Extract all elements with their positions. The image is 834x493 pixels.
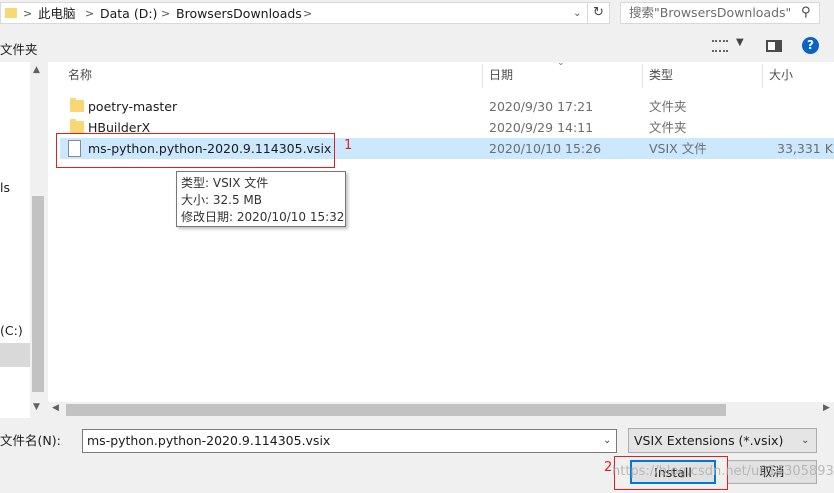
tooltip-size: 大小: 32.5 MB <box>181 193 262 207</box>
filename-value: ms-python.python-2020.9.114305.vsix <box>87 433 331 448</box>
folder-icon <box>70 119 84 133</box>
refresh-button[interactable]: ↻ <box>588 2 610 24</box>
file-type: 文件夹 <box>649 99 687 114</box>
column-header-name[interactable]: 名称 <box>68 62 92 88</box>
chevron-down-icon[interactable]: ▼ <box>736 37 744 48</box>
filename-label: 文件名(N): <box>0 433 61 448</box>
scrollbar-thumb[interactable] <box>66 404 726 416</box>
tooltip-type: 类型: VSIX 文件 <box>181 176 269 190</box>
column-header-size[interactable]: 大小 <box>769 62 793 88</box>
column-divider[interactable] <box>482 64 483 88</box>
address-bar: > 此电脑 > Data (D:) > BrowsersDownloads > … <box>0 0 834 28</box>
scrollbar-thumb[interactable] <box>32 196 44 392</box>
breadcrumb-item-drive[interactable]: Data (D:) <box>100 3 157 25</box>
file-type-filter[interactable]: VSIX Extensions (*.vsix) ⌄ <box>628 428 817 453</box>
chevron-right-icon[interactable]: > <box>303 3 312 25</box>
scroll-left-icon[interactable]: ◀ <box>52 403 59 413</box>
file-size: 33,331 KB <box>777 141 834 156</box>
file-date: 2020/10/10 15:26 <box>489 141 602 156</box>
chevron-down-icon[interactable]: ⌄ <box>573 3 581 25</box>
help-icon[interactable]: ? <box>802 37 819 54</box>
new-folder-button[interactable]: 文件夹 <box>0 39 38 58</box>
chevron-right-icon[interactable]: > <box>85 3 94 25</box>
nav-item-drive-c[interactable]: (C:) <box>0 323 23 338</box>
breadcrumb-item-folder[interactable]: BrowsersDownloads <box>176 3 302 25</box>
tooltip-modified: 修改日期: 2020/10/10 15:32 <box>181 210 345 224</box>
annotation-number: 1 <box>344 138 353 153</box>
annotation-box <box>56 133 335 168</box>
file-type: 文件夹 <box>649 120 687 135</box>
nav-scrollbar[interactable]: ▲ ▼ <box>30 62 46 418</box>
folder-icon <box>70 98 84 112</box>
scroll-up-icon[interactable]: ▲ <box>33 65 40 75</box>
chevron-right-icon[interactable]: > <box>23 3 32 25</box>
watermark: https://blog.csdn.net/u014305893 <box>612 464 834 479</box>
column-divider[interactable] <box>762 64 763 88</box>
sort-chevron-icon: ⌄ <box>557 58 565 68</box>
search-input[interactable]: 搜索"BrowsersDownloads" ⚲ <box>620 2 820 24</box>
file-tooltip: 类型: VSIX 文件 大小: 32.5 MB 修改日期: 2020/10/10… <box>176 171 346 227</box>
folder-icon <box>5 8 17 18</box>
file-date: 2020/9/29 14:11 <box>489 120 594 135</box>
scroll-right-icon[interactable]: ▶ <box>823 403 830 413</box>
chevron-right-icon[interactable]: > <box>161 3 170 25</box>
toolbar: 文件夹 ▼ ? <box>0 32 834 62</box>
filter-value: VSIX Extensions (*.vsix) <box>634 433 784 448</box>
nav-item-selected[interactable] <box>0 343 30 367</box>
horizontal-scrollbar[interactable]: ◀ ▶ <box>48 402 834 418</box>
column-divider[interactable] <box>642 64 643 88</box>
view-options-icon[interactable] <box>712 40 728 52</box>
file-name: poetry-master <box>88 99 178 114</box>
scroll-down-icon[interactable]: ▼ <box>33 402 40 412</box>
column-header-date[interactable]: 日期 <box>489 62 513 88</box>
chevron-down-icon[interactable]: ⌄ <box>801 429 809 452</box>
column-header-type[interactable]: 类型 <box>649 62 673 88</box>
file-type: VSIX 文件 <box>649 141 707 156</box>
preview-pane-icon[interactable] <box>766 40 782 52</box>
filename-input[interactable]: ms-python.python-2020.9.114305.vsix ⌄ <box>82 429 617 453</box>
search-icon: ⚲ <box>801 5 811 20</box>
file-row[interactable]: poetry-master 2020/9/30 17:21 文件夹 <box>60 96 834 117</box>
search-placeholder: 搜索"BrowsersDownloads" <box>629 5 792 20</box>
file-date: 2020/9/30 17:21 <box>489 99 594 114</box>
breadcrumb[interactable]: > 此电脑 > Data (D:) > BrowsersDownloads > … <box>0 2 588 24</box>
nav-item-label[interactable]: ls <box>0 180 10 195</box>
refresh-icon: ↻ <box>593 5 604 20</box>
breadcrumb-item-this-pc[interactable]: 此电脑 <box>38 3 76 25</box>
chevron-down-icon[interactable]: ⌄ <box>603 430 611 452</box>
